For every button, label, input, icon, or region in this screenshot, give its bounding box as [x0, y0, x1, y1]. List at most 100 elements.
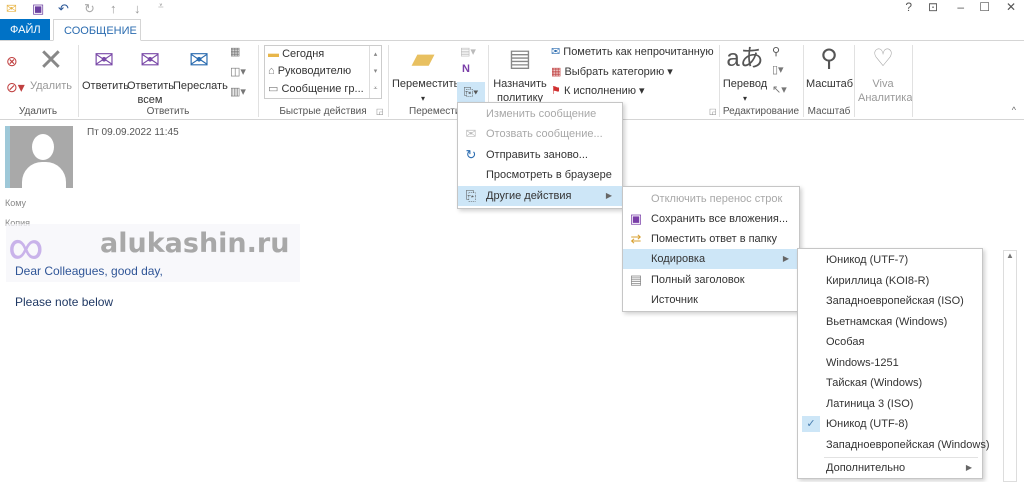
folder-icon: ▰	[411, 42, 435, 75]
zoom-button[interactable]: ⚲ Масштаб	[806, 45, 853, 91]
dialog-launcher-icon[interactable]: ◲	[709, 107, 717, 116]
menu-item-encoding[interactable]: Кодировка ▶	[623, 249, 799, 269]
related-icon[interactable]: ▯▾	[772, 63, 784, 76]
move-reply-icon: ⇄	[630, 231, 642, 246]
close-button[interactable]: ✕	[1006, 0, 1016, 14]
policy-icon: ▤	[508, 45, 532, 72]
scroll-up-icon[interactable]: ▲	[1006, 251, 1014, 260]
group-label-zoom: Масштаб	[807, 106, 851, 117]
minimize-button[interactable]: –	[957, 0, 964, 14]
group-label-reply: Ответить	[146, 106, 190, 117]
group-label-delete: Удалить	[18, 106, 58, 117]
magnifier-icon: ⚲	[820, 45, 838, 72]
group-label-editing: Редактирование	[722, 106, 800, 117]
mail-icon: ✉	[6, 1, 17, 16]
submenu-arrow-icon: ▶	[965, 463, 972, 472]
encoding-vietnamese[interactable]: Вьетнамская (Windows)	[798, 312, 982, 332]
encoding-more[interactable]: Дополнительно ▶	[798, 458, 982, 478]
undo-icon[interactable]: ↶	[58, 1, 69, 17]
tab-message[interactable]: СООБЩЕНИЕ	[53, 19, 141, 41]
reply-icon: ✉	[93, 47, 115, 74]
help-button[interactable]: ?	[905, 0, 912, 14]
quick-step-today[interactable]: ▬ Сегодня	[268, 48, 324, 60]
mark-unread-button[interactable]: ✉ Пометить как непрочитанную	[551, 45, 714, 58]
encoding-western-windows[interactable]: Западноевропейская (Windows)	[798, 435, 990, 455]
quick-step-manager[interactable]: ⌂ Руководителю	[268, 65, 351, 77]
categorize-button[interactable]: ▦ Выбрать категорию ▾	[551, 65, 673, 78]
sender-avatar	[5, 126, 73, 188]
move-button[interactable]: ▰ Переместить ▾	[392, 42, 459, 106]
forward-icon: ✉	[188, 47, 210, 74]
menu-item-view-in-browser[interactable]: Просмотреть в браузере	[458, 165, 622, 185]
menu-item-source[interactable]: Источник	[623, 290, 799, 310]
resend-icon: ↻	[465, 147, 477, 162]
more-reply-icon[interactable]: ▥▾	[230, 85, 246, 98]
delete-button[interactable]: ✕ Удалить	[30, 44, 72, 93]
delete-icon: ✕	[38, 44, 64, 77]
save-icon[interactable]: ▣	[32, 1, 44, 17]
encoding-submenu: Юникод (UTF-7) Кириллица (KOI8-R) Западн…	[797, 248, 990, 479]
junk-icon[interactable]: ⊘▾	[6, 79, 25, 96]
message-date: Пт 09.09.2022 11:45	[87, 127, 179, 138]
reply-all-button[interactable]: ✉ Ответить всем	[127, 47, 174, 107]
quick-access-toolbar: ✉ ▣ ↶ ↻ ↑ ↓ ⩡	[6, 1, 176, 17]
encoding-utf8[interactable]: ✓ Юникод (UTF-8)	[798, 414, 982, 434]
translate-icon: aあ	[726, 45, 764, 72]
checkmark-icon: ✓	[802, 416, 820, 432]
tab-file[interactable]: ФАЙЛ	[0, 19, 50, 41]
maximize-button[interactable]: ☐	[979, 0, 990, 14]
menu-item-edit-message[interactable]: Изменить сообщение	[458, 104, 622, 124]
ribbon-display-icon[interactable]: ⊡	[928, 0, 938, 14]
reply-button[interactable]: ✉ Ответить	[82, 47, 129, 93]
divider	[912, 45, 913, 117]
encoding-custom[interactable]: Особая	[798, 332, 982, 352]
assign-policy-button[interactable]: ▤ Назначить политику	[492, 45, 548, 105]
menu-item-other-actions[interactable]: ⎘ Другие действия ▶	[458, 186, 622, 206]
forward-button[interactable]: ✉ Переслать	[173, 47, 228, 93]
quick-steps-gallery: ▬ Сегодня ⌂ Руководителю ▭ Сообщение гр.…	[264, 45, 382, 99]
body-text: Please note below	[15, 295, 114, 309]
divider	[854, 45, 855, 117]
menu-item-save-attachments[interactable]: ▣ Сохранить все вложения...	[623, 209, 799, 229]
submenu-arrow-icon: ▶	[782, 254, 789, 263]
encoding-windows-1251[interactable]: Windows-1251	[798, 353, 982, 373]
menu-item-unwrap-lines[interactable]: Отключить перенос строк	[623, 189, 799, 209]
encoding-koi8r[interactable]: Кириллица (KOI8-R)	[798, 271, 982, 291]
im-icon[interactable]: ◫▾	[230, 65, 246, 78]
header-icon: ▤	[629, 272, 643, 287]
redo-icon[interactable]: ↻	[84, 1, 95, 17]
quick-step-team-email[interactable]: ▭ Сообщение гр...	[268, 82, 364, 95]
translate-button[interactable]: aあ Перевод ▾	[722, 45, 768, 106]
vertical-scrollbar[interactable]: ▲	[1003, 250, 1017, 482]
down-icon[interactable]: ↓	[134, 1, 141, 16]
divider	[388, 45, 389, 117]
onenote-icon[interactable]: N	[462, 63, 470, 75]
encoding-utf7[interactable]: Юникод (UTF-7)	[798, 250, 982, 270]
recall-icon: ✉	[465, 126, 477, 141]
gallery-scroll[interactable]: ▴ ▾ ⩡	[369, 46, 381, 98]
select-icon[interactable]: ↖▾	[772, 83, 787, 96]
find-icon[interactable]: ⚲	[772, 45, 780, 58]
meeting-icon[interactable]: ▦	[230, 45, 240, 58]
ignore-icon[interactable]: ⊗	[6, 53, 18, 70]
actions-icon: ⎘	[465, 188, 477, 203]
viva-insights-button[interactable]: ♡ Viva Аналитика	[858, 45, 912, 105]
other-actions-submenu: Отключить перенос строк ▣ Сохранить все в…	[622, 186, 800, 312]
collapse-ribbon-icon[interactable]: ^	[1012, 105, 1016, 115]
menu-item-recall-message[interactable]: ✉ Отозвать сообщение...	[458, 124, 622, 144]
encoding-western-iso[interactable]: Западноевропейская (ISO)	[798, 291, 982, 311]
encoding-latin3[interactable]: Латиница 3 (ISO)	[798, 394, 982, 414]
customize-qat-icon[interactable]: ⩡	[158, 1, 164, 12]
menu-item-resend[interactable]: ↻ Отправить заново...	[458, 145, 622, 165]
dialog-launcher-icon[interactable]: ◲	[376, 107, 384, 116]
actions-button[interactable]: ⎘▾	[457, 82, 485, 102]
up-icon[interactable]: ↑	[110, 1, 117, 16]
followup-button[interactable]: ⚑ К исполнению ▾	[551, 84, 645, 97]
greeting-text: Dear Colleagues, good day,	[15, 264, 163, 278]
divider	[258, 45, 259, 117]
rules-icon[interactable]: ▤▾	[460, 45, 476, 58]
actions-menu: Изменить сообщение ✉ Отозвать сообщение..…	[457, 102, 623, 209]
menu-item-move-reply[interactable]: ⇄ Поместить ответ в папку	[623, 229, 799, 249]
encoding-thai[interactable]: Тайская (Windows)	[798, 373, 982, 393]
menu-item-full-header[interactable]: ▤ Полный заголовок	[623, 270, 799, 290]
